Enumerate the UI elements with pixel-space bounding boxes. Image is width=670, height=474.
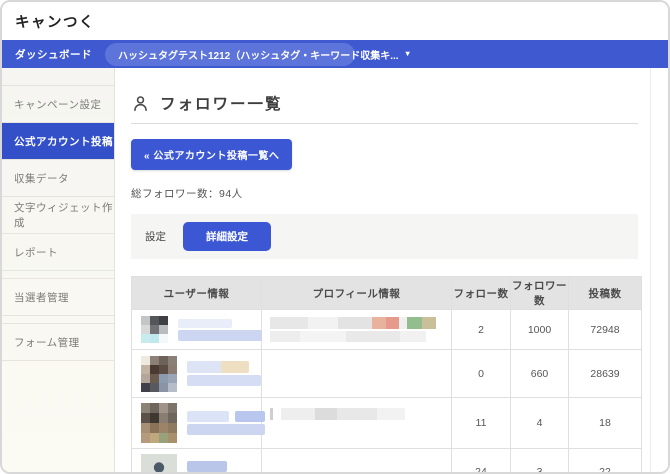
col-header-post-count: 投稿数 bbox=[568, 276, 642, 310]
sidebar-item-form-management[interactable]: フォーム管理 bbox=[2, 324, 114, 361]
col-header-follow-count: フォロー数 bbox=[451, 276, 511, 310]
follower-count: 1000 bbox=[510, 309, 569, 350]
detail-settings-button[interactable]: 詳細設定 bbox=[183, 222, 271, 251]
redacted-profile bbox=[270, 317, 443, 342]
col-header-follower-count: フォロワー数 bbox=[510, 276, 569, 310]
settings-label: 設定 bbox=[145, 231, 166, 243]
main-content: フォロワー一覧 « 公式アカウント投稿一覧へ 総フォロワー数：94人 設定 詳細… bbox=[115, 68, 668, 472]
avatar bbox=[141, 403, 177, 443]
campaign-selector-label: ハッシュタグテスト1212（ハッシュタグ・キーワード収集キ... bbox=[118, 50, 399, 62]
redacted-username bbox=[187, 361, 261, 386]
sidebar-item-report[interactable]: レポート bbox=[2, 234, 114, 271]
table-row: 11 4 18 bbox=[131, 397, 642, 449]
sidebar: キャンペーン設定 公式アカウント投稿 収集データ 文字ウィジェット作成 レポート… bbox=[2, 68, 115, 472]
settings-panel: 設定 詳細設定 bbox=[131, 214, 638, 259]
table-row: 0 660 28639 bbox=[131, 349, 642, 398]
scrollbar-track[interactable] bbox=[650, 68, 651, 472]
sidebar-item-official-account-posts[interactable]: 公式アカウント投稿 bbox=[2, 123, 114, 160]
page-header: フォロワー一覧 bbox=[131, 92, 638, 124]
person-icon bbox=[134, 95, 147, 111]
table-row: 24 3 22 bbox=[131, 448, 642, 473]
sidebar-item-winner-management[interactable]: 当選者管理 bbox=[2, 279, 114, 316]
follower-count: 660 bbox=[510, 349, 569, 398]
total-followers-text: 総フォロワー数：94人 bbox=[131, 188, 243, 200]
page-title: フォロワー一覧 bbox=[160, 96, 283, 113]
sidebar-spacer bbox=[2, 68, 114, 86]
col-header-profile-info: プロフィール情報 bbox=[261, 276, 452, 310]
post-count: 22 bbox=[568, 448, 642, 472]
post-count: 18 bbox=[568, 397, 642, 449]
follow-count: 24 bbox=[451, 448, 511, 472]
top-bar: キャンつく bbox=[2, 2, 668, 40]
follower-count: 3 bbox=[510, 448, 569, 472]
app-window: キャンつく ダッシュボード ハッシュタグテスト1212（ハッシュタグ・キーワード… bbox=[0, 0, 670, 474]
follow-count: 11 bbox=[451, 397, 511, 449]
avatar bbox=[141, 316, 168, 343]
table-header-row: ユーザー情報 プロフィール情報 フォロー数 フォロワー数 投稿数 bbox=[131, 276, 642, 310]
app-logo: キャンつく bbox=[15, 14, 95, 31]
col-header-user-info: ユーザー情報 bbox=[131, 276, 262, 310]
redacted-username bbox=[178, 318, 262, 341]
dashboard-label[interactable]: ダッシュボード bbox=[15, 47, 92, 62]
post-count: 28639 bbox=[568, 349, 642, 398]
sidebar-item-campaign-settings[interactable]: キャンペーン設定 bbox=[2, 86, 114, 123]
follow-count: 0 bbox=[451, 349, 511, 398]
redacted-profile bbox=[270, 408, 443, 420]
avatar bbox=[141, 355, 177, 392]
back-to-post-list-button[interactable]: « 公式アカウント投稿一覧へ bbox=[131, 139, 293, 170]
redacted-username bbox=[187, 460, 251, 473]
campaign-selector-dropdown[interactable]: ハッシュタグテスト1212（ハッシュタグ・キーワード収集キ... ▾ bbox=[105, 42, 410, 66]
chevron-down-icon: ▾ bbox=[405, 49, 410, 58]
follow-count: 2 bbox=[451, 309, 511, 350]
sidebar-item-text-widget[interactable]: 文字ウィジェット作成 bbox=[2, 197, 114, 234]
dashboard-nav-bar: ダッシュボード ハッシュタグテスト1212（ハッシュタグ・キーワード収集キ...… bbox=[2, 40, 668, 68]
sidebar-item-collected-data[interactable]: 収集データ bbox=[2, 160, 114, 197]
table-row: 2 1000 72948 bbox=[131, 309, 642, 350]
followers-table: ユーザー情報 プロフィール情報 フォロー数 フォロワー数 投稿数 2 1000 … bbox=[131, 276, 642, 472]
redacted-username bbox=[187, 411, 265, 435]
follower-count: 4 bbox=[510, 397, 569, 449]
post-count: 72948 bbox=[568, 309, 642, 350]
sidebar-divider bbox=[2, 271, 114, 279]
sidebar-divider bbox=[2, 316, 114, 324]
default-avatar-icon bbox=[141, 454, 177, 472]
